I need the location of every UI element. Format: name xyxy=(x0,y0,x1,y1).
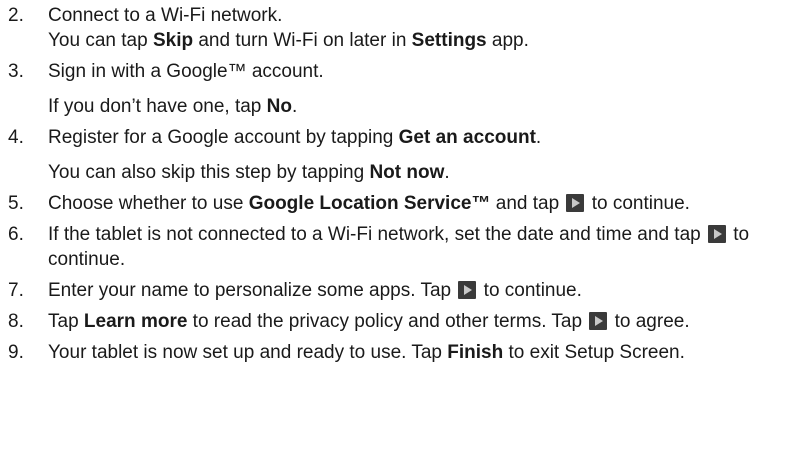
bold-term-not-now: Not now xyxy=(369,162,445,183)
step-5: 5. Choose whether to use Google Location… xyxy=(0,191,806,216)
step-9: 9. Your tablet is now set up and ready t… xyxy=(0,340,806,365)
step-instruction: Sign in with a Google™ account. xyxy=(48,61,324,82)
step-text: Enter your name to personalize some apps… xyxy=(48,280,582,301)
play-arrow-icon xyxy=(707,225,726,243)
step-number: 9. xyxy=(8,342,24,363)
step-note: If you don’t have one, tap No. xyxy=(48,96,298,117)
step-number: 4. xyxy=(8,127,24,148)
step-note: You can tap Skip and turn Wi-Fi on later… xyxy=(48,30,529,51)
step-text: Sign in with a Google™ account. If you d… xyxy=(48,59,806,119)
step-8: 8. Tap Learn more to read the privacy po… xyxy=(0,309,806,334)
step-text: If the tablet is not connected to a Wi-F… xyxy=(48,224,750,270)
step-text: Register for a Google account by tapping… xyxy=(48,125,806,185)
step-note: You can also skip this step by tapping N… xyxy=(48,162,450,183)
step-2: 2. Connect to a Wi-Fi network. You can t… xyxy=(0,3,806,53)
bold-term-skip: Skip xyxy=(152,30,194,51)
step-number: 2. xyxy=(8,5,24,26)
step-text: Tap Learn more to read the privacy polic… xyxy=(48,311,690,332)
step-text: Your tablet is now set up and ready to u… xyxy=(48,342,685,363)
step-number: 8. xyxy=(8,311,24,332)
step-3: 3. Sign in with a Google™ account. If yo… xyxy=(0,59,806,119)
step-number: 5. xyxy=(8,193,24,214)
bold-term-finish: Finish xyxy=(447,342,504,363)
bold-term-learn-more: Learn more xyxy=(83,311,188,332)
step-7: 7. Enter your name to personalize some a… xyxy=(0,278,806,303)
step-text: Choose whether to use Google Location Se… xyxy=(48,193,690,214)
step-number: 3. xyxy=(8,61,24,82)
step-4: 4. Register for a Google account by tapp… xyxy=(0,125,806,185)
step-6: 6. If the tablet is not connected to a W… xyxy=(0,222,806,272)
play-arrow-icon xyxy=(589,312,608,330)
step-instruction: Connect to a Wi-Fi network. xyxy=(48,5,283,26)
bold-term-settings: Settings xyxy=(411,30,487,51)
bold-term-get-account: Get an account xyxy=(398,127,536,148)
setup-steps-list: 2. Connect to a Wi-Fi network. You can t… xyxy=(0,3,806,365)
step-number: 7. xyxy=(8,280,24,301)
step-number: 6. xyxy=(8,224,24,245)
step-instruction: Register for a Google account by tapping… xyxy=(48,127,542,148)
bold-term-location-service: Google Location Service™ xyxy=(248,193,491,214)
step-text: Connect to a Wi-Fi network. You can tap … xyxy=(48,3,806,53)
bold-term-no: No xyxy=(266,96,292,117)
play-arrow-icon xyxy=(458,281,477,299)
play-arrow-icon xyxy=(566,194,585,212)
